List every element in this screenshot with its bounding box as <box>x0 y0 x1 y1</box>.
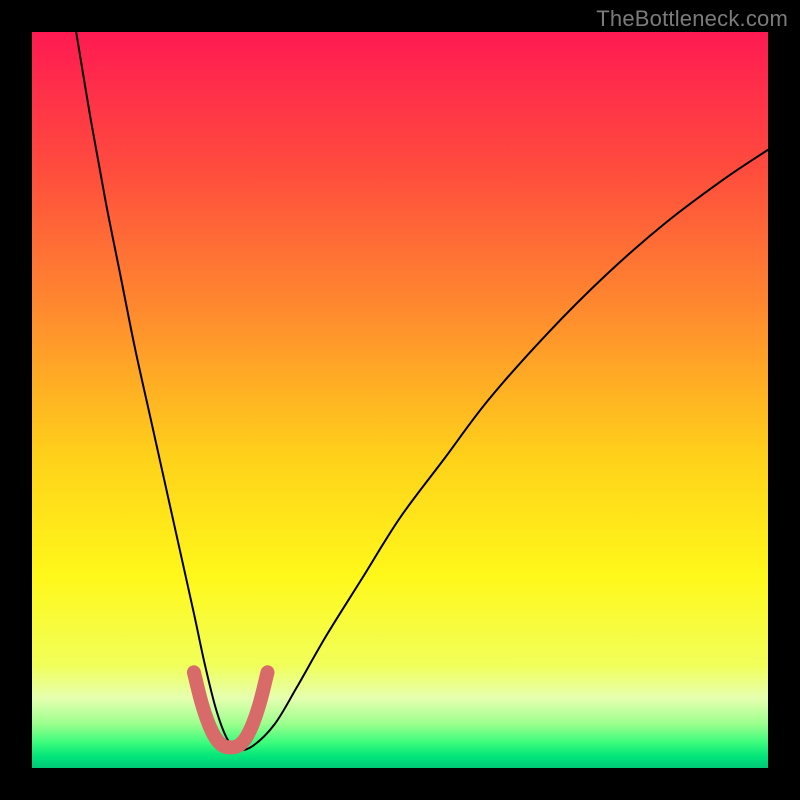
watermark-text: TheBottleneck.com <box>596 6 788 32</box>
plot-svg <box>32 32 768 768</box>
gradient-background <box>32 32 768 768</box>
chart-frame: TheBottleneck.com <box>0 0 800 800</box>
plot-area <box>32 32 768 768</box>
